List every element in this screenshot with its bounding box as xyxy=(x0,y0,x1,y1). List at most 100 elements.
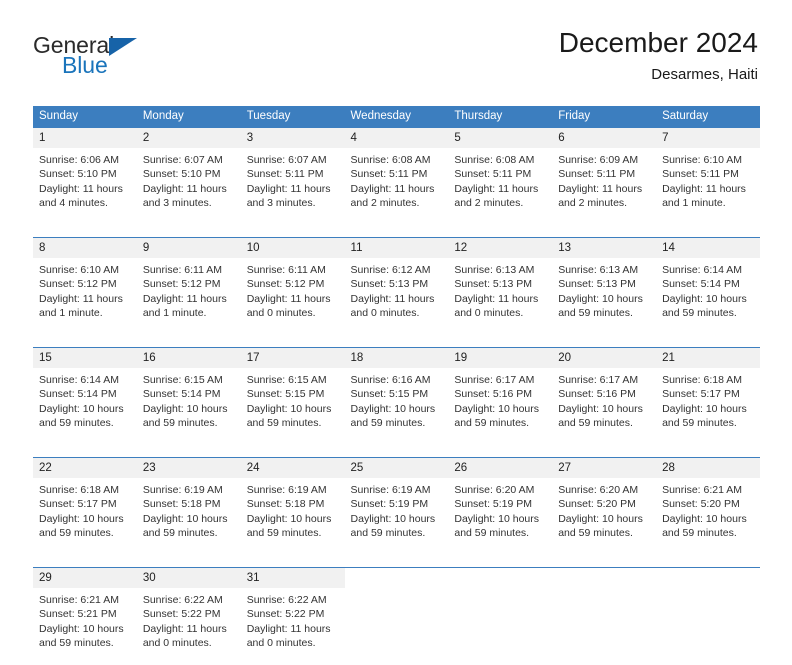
day-number-cell[interactable]: 8 xyxy=(33,238,137,258)
week-spacer-cell xyxy=(136,225,241,237)
day-detail-cell: Sunrise: 6:17 AM Sunset: 5:16 PM Daylight:… xyxy=(552,368,657,445)
day-number-cell[interactable]: 16 xyxy=(136,348,241,368)
day-daylight-1-text: Daylight: 10 hours xyxy=(454,512,540,525)
day-sunset-text: Sunset: 5:10 PM xyxy=(142,168,221,181)
week-spacer-cell xyxy=(448,445,553,457)
day-daylight-1-text: Daylight: 11 hours xyxy=(39,182,123,195)
day-detail-cell: Sunrise: 6:10 AM Sunset: 5:12 PM Daylight:… xyxy=(33,258,137,335)
day-sunset-text: Sunset: 5:14 PM xyxy=(39,388,117,401)
day-number-cell[interactable]: 20 xyxy=(552,348,657,368)
day-detail-cell-empty xyxy=(552,588,657,665)
week-spacer-cell xyxy=(448,225,553,237)
day-daylight-1-text: Daylight: 10 hours xyxy=(39,622,124,635)
day-daylight-2-text: and 3 minutes. xyxy=(246,196,316,209)
day-number-cell[interactable]: 13 xyxy=(552,238,657,258)
page-header: General Blue December 2024 Desarmes, Hai… xyxy=(0,0,792,83)
day-sunrise-text: Sunrise: 6:19 AM xyxy=(350,484,431,496)
day-number-cell[interactable]: 28 xyxy=(656,458,760,478)
day-number-cell-empty xyxy=(552,568,657,588)
calendar-body: 1 2 3 4 5 6 7 Sunrise: 6:06 AM Sunset: 5:10 PM Da… xyxy=(33,127,760,665)
day-detail-row: Sunrise: 6:18 AM Sunset: 5:17 PM Daylight:… xyxy=(33,478,760,555)
weekday-header-wednesday: Wednesday xyxy=(344,106,449,127)
day-daylight-1-text: Daylight: 10 hours xyxy=(350,512,436,525)
day-detail-cell: Sunrise: 6:07 AM Sunset: 5:10 PM Daylight:… xyxy=(136,148,241,225)
day-sunrise-text: Sunrise: 6:07 AM xyxy=(142,154,223,166)
day-number-cell[interactable]: 25 xyxy=(344,458,449,478)
day-number-cell[interactable]: 21 xyxy=(656,348,760,368)
day-daylight-2-text: and 59 minutes. xyxy=(142,526,218,539)
day-daylight-2-text: and 59 minutes. xyxy=(39,526,114,539)
day-number-cell[interactable]: 19 xyxy=(448,348,553,368)
day-daylight-2-text: and 59 minutes. xyxy=(246,526,322,539)
day-sunset-text: Sunset: 5:18 PM xyxy=(246,498,325,511)
day-sunrise-text: Sunrise: 6:06 AM xyxy=(39,154,119,166)
day-number-cell[interactable]: 2 xyxy=(136,128,241,148)
day-sunrise-text: Sunrise: 6:17 AM xyxy=(558,374,639,386)
day-number-cell[interactable]: 27 xyxy=(552,458,657,478)
day-daylight-2-text: and 59 minutes. xyxy=(662,306,737,319)
week-spacer xyxy=(33,555,760,567)
day-number-row: 29 30 31 xyxy=(33,568,760,588)
day-daylight-2-text: and 59 minutes. xyxy=(142,416,218,429)
day-daylight-1-text: Daylight: 11 hours xyxy=(662,182,746,195)
day-number-cell[interactable]: 29 xyxy=(33,568,137,588)
day-sunset-text: Sunset: 5:11 PM xyxy=(558,168,636,181)
day-number-cell[interactable]: 23 xyxy=(136,458,241,478)
weekday-header-sunday: Sunday xyxy=(33,106,137,127)
day-daylight-1-text: Daylight: 10 hours xyxy=(662,512,747,525)
week-spacer-cell xyxy=(33,335,137,347)
day-number-cell[interactable]: 5 xyxy=(448,128,553,148)
page-title: December 2024 xyxy=(558,27,758,58)
day-number-cell-empty xyxy=(656,568,760,588)
day-number-cell[interactable]: 1 xyxy=(33,128,137,148)
logo-triangle-icon xyxy=(109,38,137,56)
day-detail-cell: Sunrise: 6:07 AM Sunset: 5:11 PM Daylight:… xyxy=(240,148,345,225)
day-sunset-text: Sunset: 5:22 PM xyxy=(246,608,325,621)
week-spacer-cell xyxy=(240,555,345,567)
day-number-cell[interactable]: 3 xyxy=(240,128,345,148)
day-detail-cell: Sunrise: 6:13 AM Sunset: 5:13 PM Daylight:… xyxy=(552,258,657,335)
day-number-cell[interactable]: 30 xyxy=(136,568,241,588)
title-block: December 2024 Desarmes, Haiti xyxy=(559,26,758,85)
day-number-cell[interactable]: 17 xyxy=(240,348,345,368)
day-daylight-2-text: and 1 minute. xyxy=(39,306,103,319)
day-sunset-text: Sunset: 5:19 PM xyxy=(454,498,533,511)
week-spacer-cell xyxy=(240,335,345,347)
day-daylight-2-text: and 59 minutes. xyxy=(39,416,114,429)
day-sunrise-text: Sunrise: 6:19 AM xyxy=(142,484,223,496)
day-number-cell[interactable]: 4 xyxy=(344,128,449,148)
day-number-cell[interactable]: 31 xyxy=(240,568,345,588)
day-sunrise-text: Sunrise: 6:13 AM xyxy=(558,264,639,276)
day-number-cell[interactable]: 7 xyxy=(656,128,760,148)
day-sunset-text: Sunset: 5:18 PM xyxy=(142,498,221,511)
day-sunset-text: Sunset: 5:20 PM xyxy=(662,498,740,511)
day-sunrise-text: Sunrise: 6:20 AM xyxy=(454,484,535,496)
week-spacer-cell xyxy=(33,555,137,567)
week-spacer-cell xyxy=(552,445,657,457)
day-daylight-2-text: and 59 minutes. xyxy=(246,416,322,429)
day-number-cell[interactable]: 10 xyxy=(240,238,345,258)
day-detail-cell: Sunrise: 6:14 AM Sunset: 5:14 PM Daylight:… xyxy=(33,368,137,445)
day-daylight-1-text: Daylight: 10 hours xyxy=(558,402,643,415)
day-sunset-text: Sunset: 5:14 PM xyxy=(142,388,221,401)
day-number-cell[interactable]: 12 xyxy=(448,238,553,258)
day-number-cell[interactable]: 6 xyxy=(552,128,657,148)
day-number-cell[interactable]: 24 xyxy=(240,458,345,478)
day-number-cell[interactable]: 9 xyxy=(136,238,241,258)
day-number-cell[interactable]: 15 xyxy=(33,348,137,368)
day-sunset-text: Sunset: 5:10 PM xyxy=(39,168,117,181)
day-number-cell[interactable]: 26 xyxy=(448,458,553,478)
day-daylight-1-text: Daylight: 10 hours xyxy=(39,512,124,525)
day-daylight-1-text: Daylight: 10 hours xyxy=(558,512,643,525)
week-spacer-cell xyxy=(552,555,657,567)
day-sunrise-text: Sunrise: 6:09 AM xyxy=(558,154,639,166)
day-daylight-2-text: and 0 minutes. xyxy=(454,306,524,319)
day-sunrise-text: Sunrise: 6:15 AM xyxy=(246,374,327,386)
day-number-cell[interactable]: 11 xyxy=(344,238,449,258)
day-number-cell[interactable]: 18 xyxy=(344,348,449,368)
day-daylight-1-text: Daylight: 10 hours xyxy=(39,402,124,415)
day-sunset-text: Sunset: 5:12 PM xyxy=(142,278,221,291)
day-number-cell[interactable]: 14 xyxy=(656,238,760,258)
day-number-cell[interactable]: 22 xyxy=(33,458,137,478)
weekday-header-saturday: Saturday xyxy=(656,106,760,127)
